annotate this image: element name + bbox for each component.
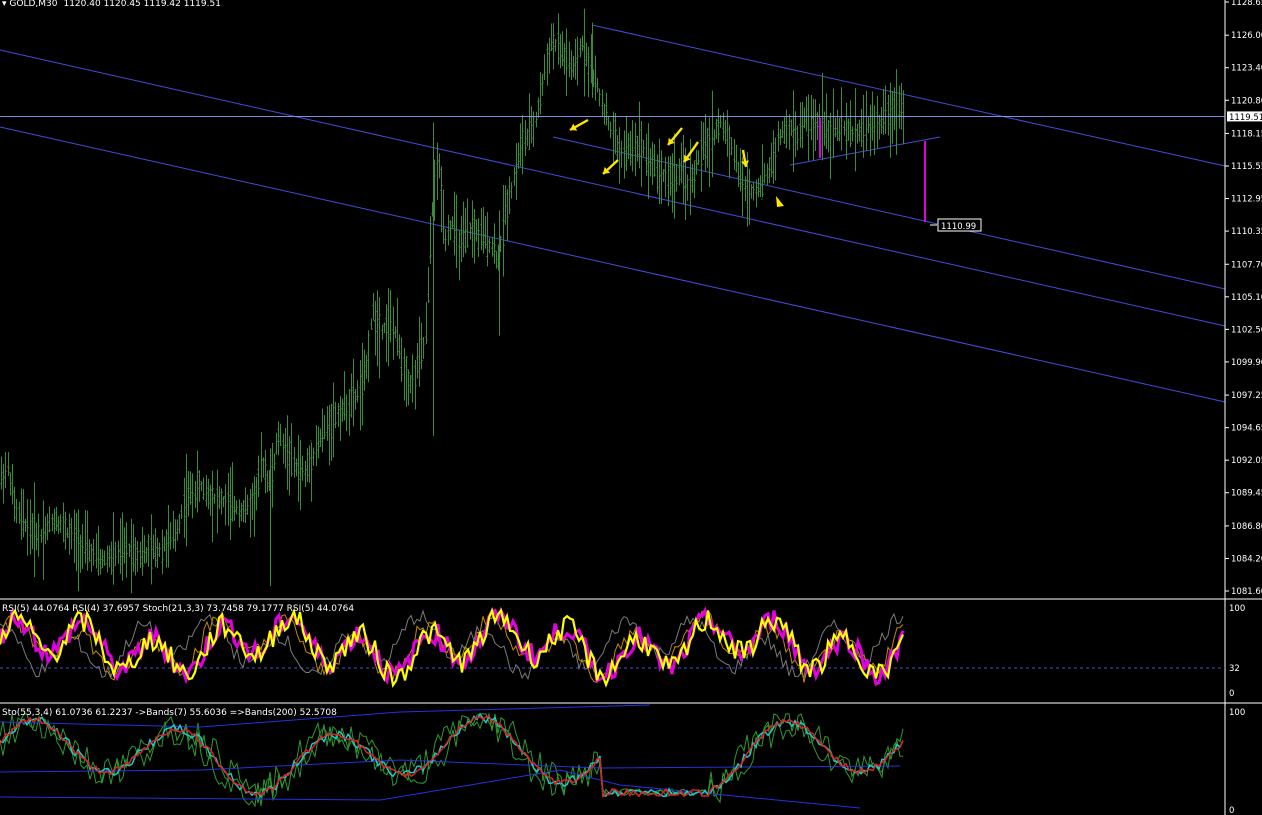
price-tick-label: 1099.90	[1231, 358, 1262, 368]
rsi-tick-label: 32	[1229, 664, 1240, 674]
target-price-label: 1110.99	[941, 222, 976, 232]
price-tick-label: 1123.40	[1231, 64, 1262, 74]
stoch-tick-label: 0	[1229, 806, 1234, 815]
chart-root: 1110.99 ▾ GOLD,M30 1120.40 1120.45 1119.4…	[0, 0, 1262, 815]
price-tick-label: 1107.70	[1231, 260, 1262, 270]
price-tick-label: 1097.25	[1231, 391, 1262, 401]
chart-symbol-header: ▾ GOLD,M30 1120.40 1120.45 1119.42 1119.5…	[2, 0, 221, 9]
price-tick-label: 1089.45	[1231, 489, 1262, 499]
price-tick-label: 1086.80	[1231, 522, 1262, 532]
price-tick-label: 1120.80	[1231, 96, 1262, 106]
background	[0, 0, 1262, 815]
price-tick-label: 1128.65	[1231, 0, 1262, 8]
price-tick-label: 1126.00	[1231, 31, 1262, 41]
price-tick-label: 1118.15	[1231, 129, 1262, 139]
dropdown-triangle-icon[interactable]: ▾	[2, 0, 9, 9]
stoch-tick-label: 100	[1229, 708, 1245, 718]
price-tick-label: 1084.20	[1231, 554, 1262, 564]
price-tick-label: 1102.50	[1231, 325, 1262, 335]
symbol-label: GOLD,M30	[9, 0, 57, 9]
price-tick-label: 1115.55	[1231, 162, 1262, 172]
price-tick-label: 1110.35	[1231, 227, 1262, 237]
rsi-legend: RSI(5) 44.0764 RSI(4) 37.6957 Stoch(21,3…	[2, 604, 354, 614]
price-tick-label: 1092.05	[1231, 456, 1262, 466]
stoch-legend: Sto(55,3,4) 61.0736 61.2237 ->Bands(7) 5…	[2, 708, 337, 718]
price-tick-label: 1112.95	[1231, 195, 1262, 205]
price-tick-label: 1094.65	[1231, 424, 1262, 434]
rsi-tick-label: 100	[1229, 604, 1245, 614]
price-tick-label: 1105.10	[1231, 293, 1262, 303]
current-price-label: 1119.51	[1229, 113, 1262, 123]
ohlc-label: 1120.40 1120.45 1119.42 1119.51	[63, 0, 220, 9]
price-tick-label: 1081.60	[1231, 587, 1262, 597]
rsi-tick-label: 0	[1229, 689, 1234, 699]
